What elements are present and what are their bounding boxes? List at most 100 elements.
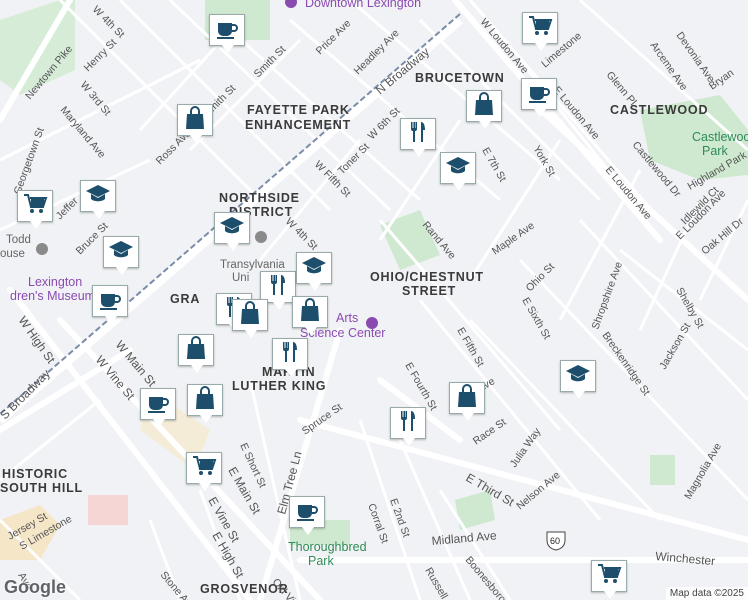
school-icon: [85, 182, 111, 211]
svg-text:E 7th St: E 7th St: [479, 146, 508, 184]
poi-marker[interactable]: [103, 236, 139, 275]
luther-king-label: LUTHER KING: [232, 379, 326, 393]
school-icon: [301, 254, 327, 283]
poi-marker[interactable]: [440, 152, 476, 191]
shopping-cart-icon: [596, 562, 622, 591]
poi-marker[interactable]: [390, 407, 426, 446]
school-icon: [565, 362, 591, 391]
restaurant-icon: [277, 340, 303, 369]
restaurant-icon: [405, 120, 431, 149]
shopping-bag-icon: [297, 297, 323, 327]
svg-text:Ohio St: Ohio St: [524, 261, 557, 294]
transylvania-label-2: Uni: [232, 272, 249, 284]
castlewood-park-label-2: Park: [702, 144, 728, 158]
svg-text:E Loudon Ave: E Loudon Ave: [603, 164, 654, 222]
svg-text:Old Vi: Old Vi: [270, 576, 297, 600]
school-icon: [445, 154, 471, 183]
fayette-park-label: FAYETTE PARK: [247, 103, 350, 117]
coffee-icon: [145, 390, 171, 419]
restaurant-icon: [395, 409, 421, 438]
poi-marker[interactable]: [522, 12, 558, 51]
map-canvas[interactable]: 60 Downtown Lexington BRUCETOWN CASTLEWO…: [0, 0, 748, 600]
svg-text:Race St: Race St: [471, 416, 509, 447]
route-60-shield: 60: [546, 531, 566, 551]
downtown-label: Downtown Lexington: [305, 0, 421, 10]
hospital-area: [88, 495, 128, 525]
poi-marker[interactable]: [521, 78, 557, 117]
poi-marker[interactable]: [80, 180, 116, 219]
coffee-icon: [294, 498, 320, 527]
south-hill-label: SOUTH HILL: [0, 481, 83, 495]
poi-marker[interactable]: [296, 252, 332, 291]
poi-marker[interactable]: [186, 452, 222, 491]
svg-text:E 2nd St: E 2nd St: [387, 497, 412, 539]
childrens-museum-label: dren's Museum: [10, 289, 95, 303]
svg-text:Georgetown St: Georgetown St: [12, 126, 47, 196]
todd-label: Todd: [6, 234, 31, 246]
poi-marker[interactable]: [92, 285, 128, 324]
svg-text:E Fourth St: E Fourth St: [402, 361, 439, 413]
park-area: [650, 455, 675, 485]
google-logo: Google: [4, 577, 66, 597]
poi-marker[interactable]: [177, 104, 213, 143]
svg-text:Jeffer: Jeffer: [54, 195, 81, 222]
transylvania-label: Transylvania: [220, 259, 285, 271]
poi-marker[interactable]: [272, 338, 308, 377]
castlewood-park-label: Castlewood: [692, 130, 748, 144]
svg-text:W 6th St: W 6th St: [366, 105, 403, 142]
university-icon: [255, 231, 267, 243]
poi-marker[interactable]: [466, 90, 502, 129]
svg-text:Shropshire Ave: Shropshire Ave: [590, 260, 626, 331]
school-icon: [219, 214, 245, 243]
poi-marker[interactable]: [591, 560, 627, 599]
brucetown-label: BRUCETOWN: [415, 71, 505, 85]
lexington-label: Lexington: [28, 275, 82, 289]
poi-marker[interactable]: [400, 118, 436, 157]
poi-marker[interactable]: [292, 296, 328, 335]
museum-icon: [366, 317, 378, 329]
shopping-bag-icon: [454, 383, 480, 413]
shopping-bag-icon: [183, 335, 209, 365]
poi-marker[interactable]: [209, 14, 245, 53]
poi-marker[interactable]: [232, 299, 268, 338]
todd-house-label: ouse: [0, 248, 25, 260]
historic-label: HISTORIC: [2, 467, 68, 481]
landmark-icon: [36, 243, 48, 255]
thoroughbred-park-label: Park: [308, 554, 334, 568]
svg-text:Glenn Pl: Glenn Pl: [604, 69, 639, 108]
poi-marker[interactable]: [187, 384, 223, 423]
svg-text:Price Ave: Price Ave: [314, 17, 354, 57]
poi-marker[interactable]: [289, 496, 325, 535]
svg-text:Breckenridge St: Breckenridge St: [600, 330, 653, 398]
gra-label: GRA: [170, 292, 200, 306]
poi-marker[interactable]: [17, 190, 53, 229]
school-icon: [108, 238, 134, 267]
shopping-cart-icon: [527, 14, 553, 43]
svg-text:Smith St: Smith St: [252, 44, 289, 81]
map-attribution: Map data ©2025: [665, 587, 748, 600]
restaurant-icon: [265, 273, 291, 302]
shopping-cart-icon: [22, 192, 48, 221]
poi-marker[interactable]: [214, 212, 250, 251]
shopping-bag-icon: [182, 105, 208, 135]
coffee-icon: [97, 287, 123, 316]
street-label: STREET: [402, 284, 456, 298]
poi-marker[interactable]: [449, 382, 485, 421]
svg-text:Corral St: Corral St: [365, 502, 390, 545]
svg-text:E Sixth St: E Sixth St: [519, 296, 552, 342]
svg-text:W 4th St: W 4th St: [283, 216, 320, 253]
svg-text:Stone Ave: Stone Ave: [158, 569, 198, 600]
svg-text:Winchester: Winchester: [655, 549, 716, 568]
svg-text:Julia Way: Julia Way: [508, 425, 544, 469]
poi-marker[interactable]: [560, 360, 596, 399]
svg-text:Magnolia Ave: Magnolia Ave: [682, 441, 724, 502]
shopping-bag-icon: [192, 385, 218, 415]
enhancement-label: ENHANCEMENT: [245, 118, 351, 132]
shopping-bag-icon: [237, 300, 263, 330]
northside-label: NORTHSIDE: [219, 191, 300, 205]
poi-marker[interactable]: [178, 334, 214, 373]
poi-marker[interactable]: [140, 388, 176, 427]
shopping-cart-icon: [191, 454, 217, 483]
arts-label: Arts: [336, 311, 358, 325]
ohio-chestnut-label: OHIO/CHESTNUT: [370, 270, 484, 284]
